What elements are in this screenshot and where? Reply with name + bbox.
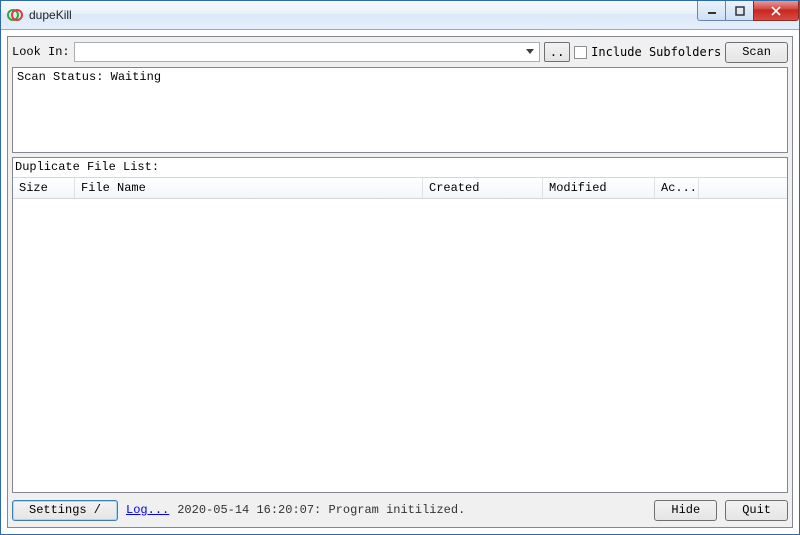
column-action[interactable]: Ac...: [655, 178, 699, 198]
maximize-button[interactable]: [725, 1, 754, 21]
window-title: dupeKill: [29, 8, 698, 22]
look-in-input[interactable]: [79, 44, 524, 60]
browse-button[interactable]: ..: [544, 42, 570, 62]
client-area: Look In: .. Include Subfolders Scan Scan…: [7, 36, 793, 528]
list-header: Size File Name Created Modified Ac...: [13, 177, 787, 199]
column-spacer: [699, 178, 787, 198]
scan-button[interactable]: Scan: [725, 42, 788, 63]
checkbox-box[interactable]: [574, 46, 587, 59]
duplicate-list-section: Duplicate File List: Size File Name Crea…: [12, 157, 788, 493]
window-controls: [698, 1, 799, 21]
hide-button[interactable]: Hide: [654, 500, 717, 521]
list-body[interactable]: [13, 199, 787, 492]
title-bar[interactable]: dupeKill: [1, 1, 799, 30]
app-icon: [7, 7, 23, 23]
scan-status-box: Scan Status: Waiting: [12, 67, 788, 153]
column-file-name[interactable]: File Name: [75, 178, 423, 198]
footer-bar: Settings / Log... 2020-05-14 16:20:07: P…: [12, 497, 788, 523]
column-created[interactable]: Created: [423, 178, 543, 198]
toolbar: Look In: .. Include Subfolders Scan: [12, 41, 788, 63]
settings-button[interactable]: Settings /: [12, 500, 118, 521]
look-in-combo[interactable]: [74, 42, 541, 62]
duplicate-list-caption: Duplicate File List:: [13, 160, 787, 177]
log-link[interactable]: Log...: [126, 503, 169, 517]
minimize-button[interactable]: [697, 1, 726, 21]
column-size[interactable]: Size: [13, 178, 75, 198]
chevron-down-icon[interactable]: [523, 44, 537, 60]
look-in-label: Look In:: [12, 45, 70, 59]
include-subfolders-label: Include Subfolders: [591, 45, 721, 59]
app-window: dupeKill Look In: ..: [0, 0, 800, 535]
include-subfolders-checkbox[interactable]: Include Subfolders: [574, 45, 721, 59]
column-modified[interactable]: Modified: [543, 178, 655, 198]
close-button[interactable]: [753, 1, 799, 21]
scan-status-text: Scan Status: Waiting: [17, 70, 161, 84]
log-text: 2020-05-14 16:20:07: Program initilized.: [177, 503, 465, 517]
quit-button[interactable]: Quit: [725, 500, 788, 521]
